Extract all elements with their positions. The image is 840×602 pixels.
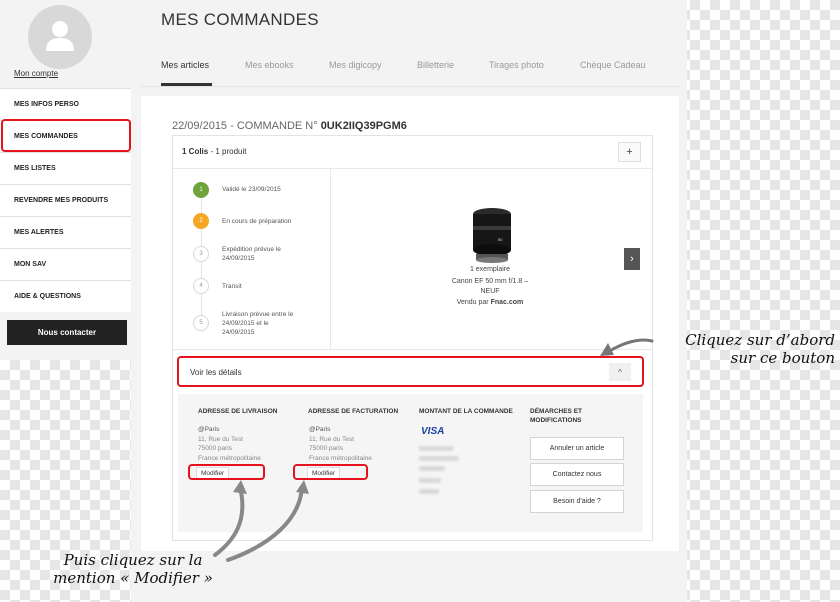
annotation-right-line2: sur ce bouton — [730, 349, 835, 367]
annotation-left-line1: Puis cliquez sur la — [63, 551, 203, 569]
annotation-click-details: Cliquez sur d’abord sur ce bouton — [650, 331, 835, 367]
annotation-arrows — [213, 338, 654, 562]
annotation-right-line1: Cliquez sur d’abord — [685, 331, 835, 349]
arrow-to-details — [606, 338, 654, 354]
arrow-to-edit-delivery — [213, 485, 245, 557]
annotation-click-modifier: Puis cliquez sur la mention « Modifier » — [28, 551, 238, 587]
arrow-head-delivery — [233, 480, 247, 494]
annotation-left-line2: mention « Modifier » — [53, 569, 213, 587]
arrow-head-billing — [296, 480, 309, 494]
